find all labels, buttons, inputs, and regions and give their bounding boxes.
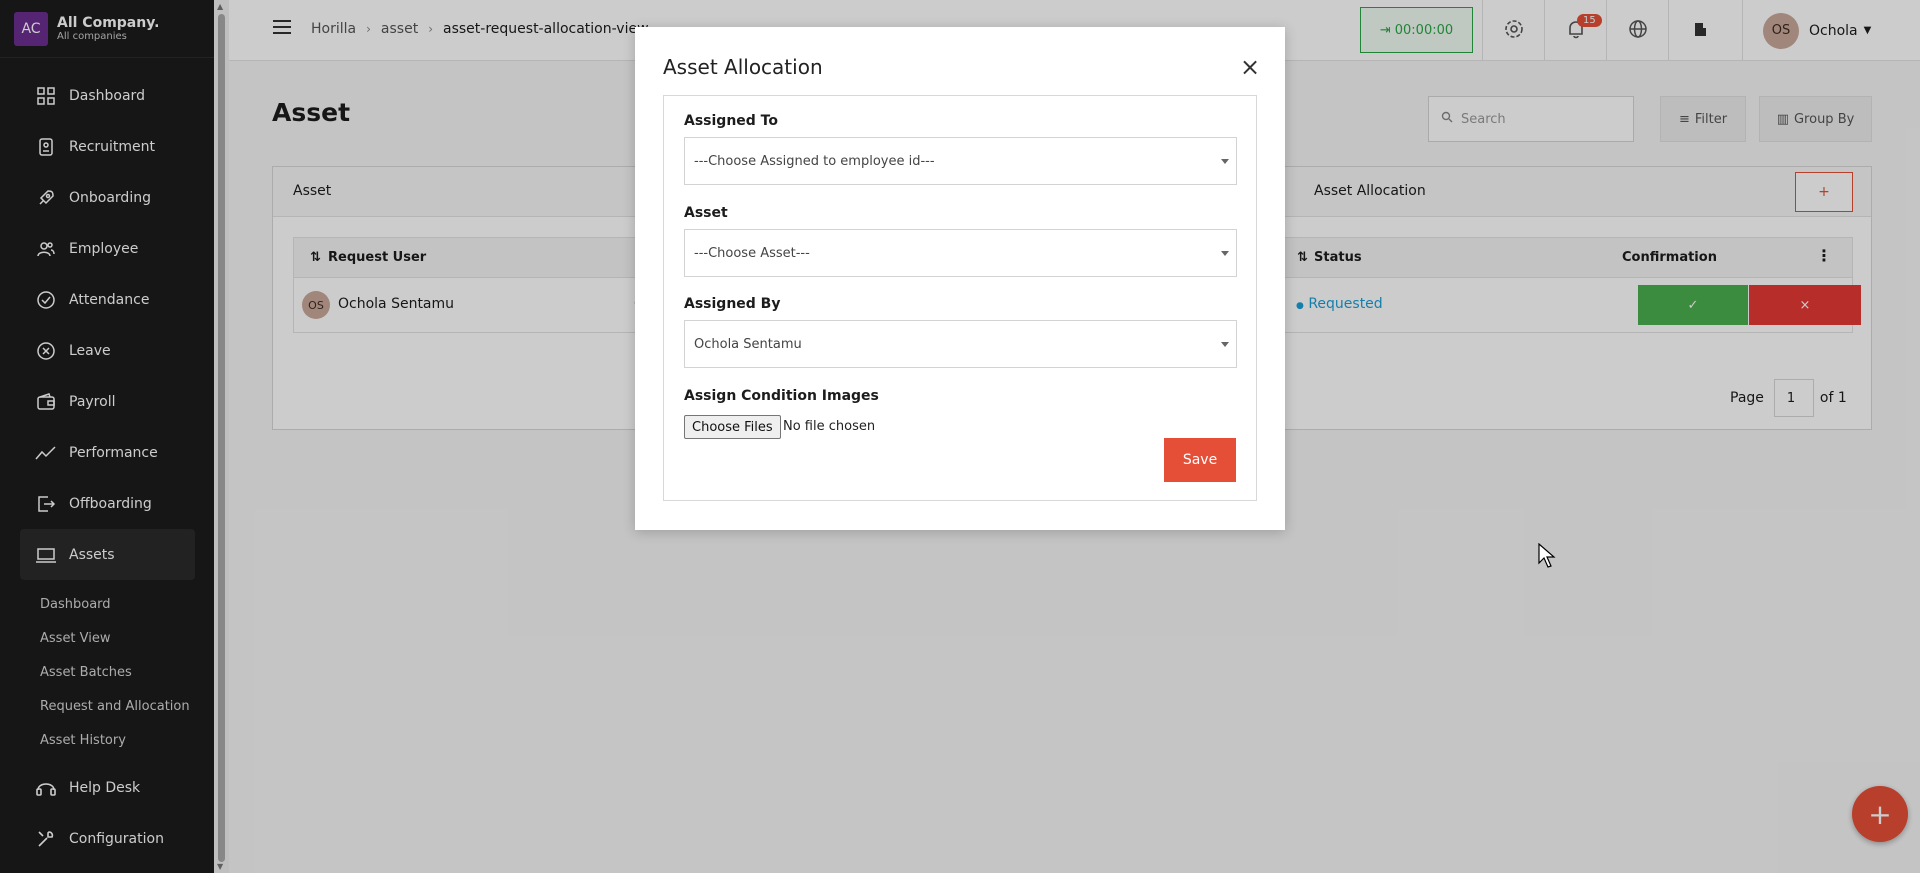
assigned-to-value: ---Choose Assigned to employee id--- [694, 153, 935, 169]
modal-title: Asset Allocation [663, 55, 823, 79]
asset-label: Asset [684, 205, 728, 221]
file-status-text: No file chosen [783, 419, 876, 434]
assigned-by-select[interactable]: Ochola Sentamu [684, 320, 1237, 368]
assigned-by-value: Ochola Sentamu [694, 336, 802, 352]
choose-files-button[interactable]: Choose Files [684, 415, 781, 439]
caret-down-icon [1221, 251, 1229, 256]
assigned-to-select[interactable]: ---Choose Assigned to employee id--- [684, 137, 1237, 185]
mouse-cursor-icon [1538, 542, 1556, 573]
close-icon[interactable]: × [1240, 53, 1260, 81]
caret-down-icon [1221, 159, 1229, 164]
assigned-by-label: Assigned By [684, 296, 781, 312]
asset-allocation-modal: Asset Allocation × Assigned To ---Choose… [635, 27, 1285, 530]
save-button[interactable]: Save [1164, 438, 1236, 482]
asset-select[interactable]: ---Choose Asset--- [684, 229, 1237, 277]
assigned-to-label: Assigned To [684, 113, 778, 129]
condition-images-label: Assign Condition Images [684, 388, 879, 404]
asset-value: ---Choose Asset--- [694, 245, 810, 261]
caret-down-icon [1221, 342, 1229, 347]
allocation-form: Assigned To ---Choose Assigned to employ… [663, 95, 1257, 501]
